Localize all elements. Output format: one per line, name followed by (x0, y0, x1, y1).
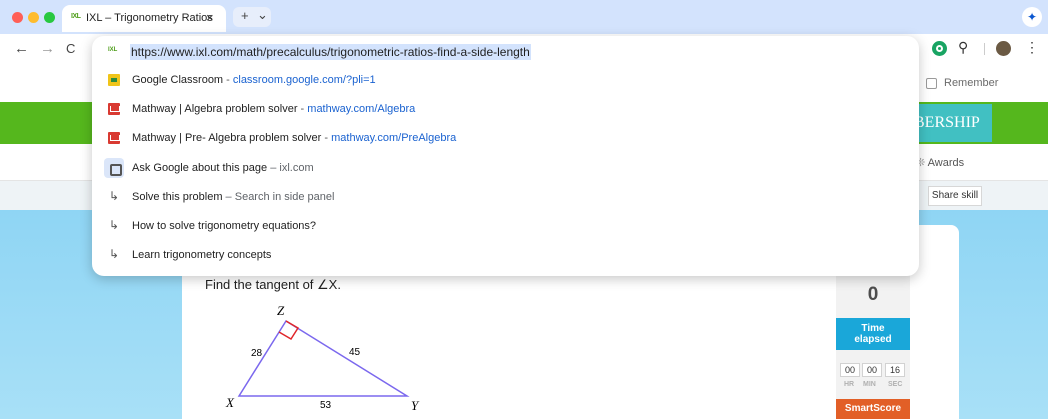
suggestion-ask-google[interactable]: Ask Google about this page – ixl.com (92, 154, 919, 183)
google-lens-icon (104, 158, 124, 178)
question-text: Find the tangent of ∠X. (205, 277, 341, 292)
remember-label: Remember (944, 77, 999, 89)
side-xy-label: 53 (320, 400, 332, 411)
time-label-line2: elapsed (854, 334, 892, 345)
grammarly-icon[interactable] (932, 41, 947, 56)
membership-label: BERSHIP (914, 114, 980, 131)
ixl-favicon-icon: IXL (71, 13, 81, 20)
zoom-window-button[interactable] (44, 12, 55, 23)
suggestion-separator: – (222, 191, 235, 203)
forward-arrow-icon[interactable]: → (40, 40, 55, 57)
minimize-window-button[interactable] (28, 12, 39, 23)
avatar[interactable] (996, 41, 1011, 56)
suggestion-detail: ixl.com (279, 162, 314, 174)
suggestion-mathway-prealgebra[interactable]: Mathway | Pre- Algebra problem solver - … (92, 124, 919, 153)
suggestion-learn-trig[interactable]: ↳ Learn trigonometry concepts (92, 241, 919, 270)
smartscore-header: SmartScore (836, 399, 910, 419)
kebab-menu-icon[interactable]: ⋮ (1025, 39, 1040, 55)
vertex-z-label: Z (277, 303, 285, 318)
suggestion-title: Ask Google about this page (132, 162, 268, 174)
tab-ixl-trigonometry[interactable]: IXL IXL – Trigonometry Ratios × (62, 5, 226, 32)
questions-answered-count: 0 (867, 284, 879, 305)
suggestion-url: mathway.com/Algebra (307, 103, 416, 115)
time-label-line1: Time (861, 323, 885, 334)
timer-sec-label: SEC (888, 381, 903, 388)
address-bar-input[interactable]: https://www.ixl.com/math/precalculus/tri… (130, 44, 531, 60)
side-zy-label: 45 (349, 347, 361, 358)
triangle-shape (237, 319, 410, 397)
time-elapsed-header: Time elapsed (836, 318, 910, 350)
new-tab-group: + ⌄ (233, 7, 271, 27)
arrow-icon: ↳ (109, 189, 120, 203)
suggestion-mathway-algebra[interactable]: Mathway | Algebra problem solver - mathw… (92, 95, 919, 124)
suggestion-trig-equations[interactable]: ↳ How to solve trigonometry equations? (92, 212, 919, 241)
timer-hr-label: HR (844, 381, 855, 388)
suggestion-url: mathway.com/PreAlgebra (331, 132, 457, 144)
vertex-x-label: X (225, 395, 235, 410)
suggestion-solve-problem[interactable]: ↳ Solve this problem – Search in side pa… (92, 183, 919, 212)
mathway-icon (108, 103, 120, 115)
vertex-y-label: Y (411, 398, 420, 413)
suggestion-title: Learn trigonometry concepts (132, 249, 272, 261)
new-tab-button[interactable]: + (241, 8, 249, 23)
tab-strip: IXL IXL – Trigonometry Ratios × + ⌄ ✦ (0, 0, 1048, 34)
suggestion-google-classroom[interactable]: Google Classroom - classroom.google.com/… (92, 66, 919, 95)
arrow-icon: ↳ (109, 247, 120, 261)
awards-link[interactable]: ❊ Awards (916, 156, 964, 169)
timer-minutes: 00 (862, 363, 882, 377)
awards-label: Awards (927, 157, 965, 169)
timer-seconds: 16 (885, 363, 905, 377)
tab-search-chevron-icon[interactable]: ⌄ (257, 7, 268, 23)
suggestion-title: Google Classroom (132, 74, 224, 86)
remember-checkbox[interactable] (926, 78, 937, 89)
google-classroom-icon (108, 74, 120, 86)
suggestion-url: classroom.google.com/?pli=1 (232, 74, 376, 86)
suggestion-title: Mathway | Pre- Algebra problem solver (132, 132, 322, 144)
membership-button[interactable]: BERSHIP (914, 104, 992, 142)
suggestion-separator: – (267, 162, 280, 174)
suggestion-title: Solve this problem (132, 191, 223, 203)
suggestion-separator: - (297, 103, 308, 115)
suggestion-title: Mathway | Algebra problem solver (132, 103, 298, 115)
timer-hours: 00 (840, 363, 860, 377)
suggestion-detail: Search in side panel (234, 191, 335, 203)
timer-min-label: MIN (863, 381, 876, 388)
gemini-spark-icon[interactable]: ✦ (1022, 7, 1042, 27)
tab-close-icon[interactable]: × (206, 10, 214, 25)
arrow-icon: ↳ (109, 218, 120, 232)
toolbar-divider (984, 43, 985, 55)
back-arrow-icon[interactable]: ← (14, 40, 29, 57)
right-angle-marker (278, 320, 300, 341)
suggestion-separator: - (321, 132, 332, 144)
side-xz-label: 28 (251, 348, 263, 359)
reload-icon[interactable]: C (66, 41, 75, 56)
tab-title: IXL – Trigonometry Ratios (86, 12, 213, 24)
share-skill-button[interactable]: Share skill (928, 186, 982, 206)
ixl-favicon-icon: IXL (108, 47, 118, 53)
close-window-button[interactable] (12, 12, 23, 23)
mathway-icon (108, 132, 120, 144)
suggestion-title: How to solve trigonometry equations? (132, 220, 317, 232)
triangle-diagram: X Y Z 28 45 53 (225, 303, 420, 413)
suggestion-separator: - (223, 74, 233, 86)
extensions-icon[interactable]: ⚲ (958, 39, 973, 55)
